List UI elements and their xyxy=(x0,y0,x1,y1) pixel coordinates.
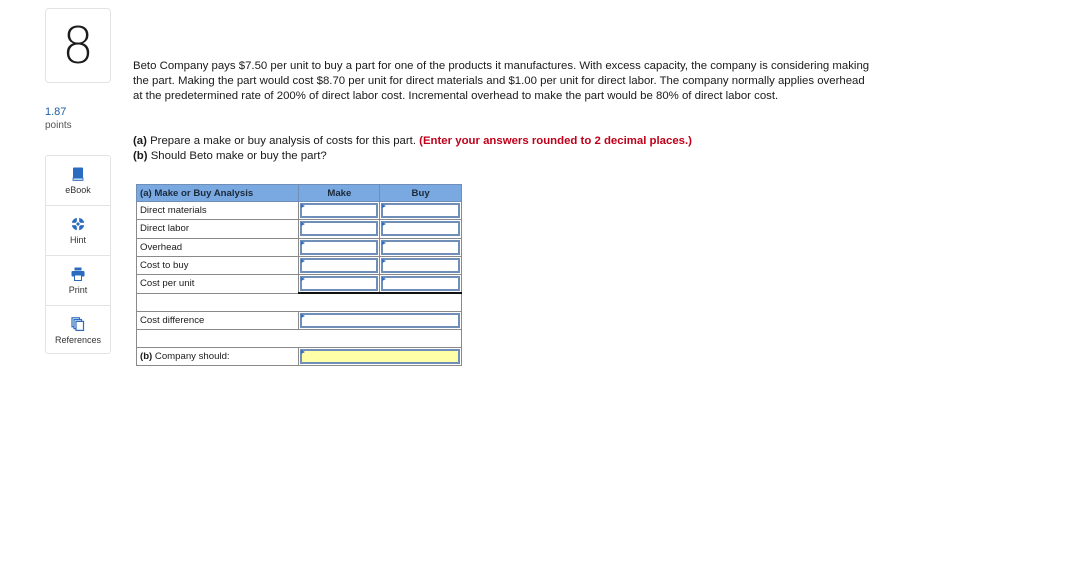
row-label: Cost difference xyxy=(135,310,300,330)
points-value: 1.87 xyxy=(45,106,67,118)
row-label: (b) Company should: xyxy=(135,346,300,367)
cost-to-buy-make-input[interactable] xyxy=(300,258,379,274)
points-label: points xyxy=(45,120,72,131)
company-should-label: Company should: xyxy=(152,351,230,363)
direct-labor-buy-input[interactable] xyxy=(381,221,460,237)
cost-difference-input[interactable] xyxy=(300,312,460,328)
header-make: Make xyxy=(298,184,381,202)
table-row: Cost to buy xyxy=(135,255,462,276)
book-icon xyxy=(72,167,84,181)
direct-materials-make-input[interactable] xyxy=(300,203,379,219)
spacer-row xyxy=(136,328,462,348)
ebook-button[interactable]: eBook xyxy=(46,156,110,206)
references-button[interactable]: References xyxy=(46,306,110,356)
table-row: Overhead xyxy=(135,237,462,257)
header-buy: Buy xyxy=(379,184,462,202)
row-label: Direct materials xyxy=(135,200,300,221)
instructions: (a) Prepare a make or buy analysis of co… xyxy=(133,134,692,164)
printer-icon xyxy=(71,267,85,281)
overhead-make-input[interactable] xyxy=(300,239,379,255)
row-label: Direct labor xyxy=(135,219,300,239)
table-header-row: (a) Make or Buy Analysis Make Buy xyxy=(135,184,462,202)
direct-labor-make-input[interactable] xyxy=(300,221,379,237)
hint-label: Hint xyxy=(69,234,86,245)
row-label: Cost to buy xyxy=(135,255,300,276)
company-should-dropdown[interactable] xyxy=(300,349,460,365)
question-number: 8 xyxy=(45,8,111,83)
row-label: Cost per unit xyxy=(135,274,300,294)
part-b-tag: (b) xyxy=(133,150,148,162)
references-label: References xyxy=(54,335,102,345)
table-row: Direct labor xyxy=(135,219,462,239)
ebook-label: eBook xyxy=(65,184,91,195)
spacer-row xyxy=(136,292,462,312)
instruction-b: (b) Should Beto make or buy the part? xyxy=(133,149,692,164)
direct-materials-buy-input[interactable] xyxy=(381,203,460,219)
part-b-text: Should Beto make or buy the part? xyxy=(147,150,327,162)
lifebuoy-icon xyxy=(71,217,85,230)
tools-panel: eBook Hint Print References xyxy=(45,155,111,354)
table-row: Direct materials xyxy=(135,200,462,221)
part-a-text: Prepare a make or buy analysis of costs … xyxy=(146,135,420,147)
cost-difference-row: Cost difference xyxy=(135,310,462,330)
row-label: Overhead xyxy=(135,237,300,257)
print-button[interactable]: Print xyxy=(46,256,110,306)
header-label: (a) Make or Buy Analysis xyxy=(135,184,300,202)
company-should-row: (b) Company should: xyxy=(135,346,462,367)
make-or-buy-table: (a) Make or Buy Analysis Make Buy Direct… xyxy=(135,184,462,367)
cost-to-buy-buy-input[interactable] xyxy=(381,258,460,274)
cost-per-unit-buy-input[interactable] xyxy=(381,276,460,292)
cost-per-unit-make-input[interactable] xyxy=(300,276,379,292)
part-a-tag: (a) xyxy=(133,135,147,147)
print-label: Print xyxy=(68,284,88,295)
documents-icon xyxy=(71,317,85,331)
overhead-buy-input[interactable] xyxy=(381,239,460,255)
problem-text: Beto Company pays $7.50 per unit to buy … xyxy=(133,60,870,102)
hint-button[interactable]: Hint xyxy=(46,206,110,256)
instruction-a: (a) Prepare a make or buy analysis of co… xyxy=(133,134,692,149)
table-row: Cost per unit xyxy=(135,274,462,295)
rounding-note: (Enter your answers rounded to 2 decimal… xyxy=(419,135,692,147)
part-b-label-tag: (b) xyxy=(140,351,153,363)
